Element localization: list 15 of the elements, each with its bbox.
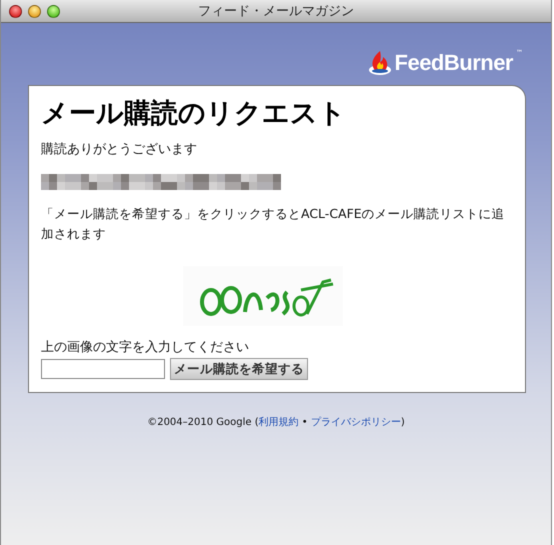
thanks-text: 購読ありがとうございます: [41, 141, 198, 158]
instruction-text: 「メール購読を希望する」をクリックするとACL-CAFEのメール購読リストに追加されます: [41, 205, 506, 243]
flame-icon: [368, 50, 392, 76]
minimize-button[interactable]: [28, 4, 41, 18]
window-title: フィード・メールマガジン: [198, 4, 354, 19]
terms-link[interactable]: 利用規約: [258, 417, 299, 428]
subscribe-button[interactable]: メール購読を希望する: [170, 358, 308, 380]
captcha-input-field[interactable]: [41, 359, 165, 379]
footer-text: ©2004–2010 Google (利用規約 • プライバシポリシー): [146, 416, 406, 429]
logo-text: FeedBurner: [394, 50, 513, 76]
page-heading: メール購読のリクエスト: [41, 97, 347, 131]
prompt-text: 上の画像の文字を入力してください: [41, 339, 250, 356]
zoom-button[interactable]: [47, 4, 60, 18]
close-button[interactable]: [9, 4, 22, 18]
privacy-link[interactable]: プライバシポリシー: [310, 417, 401, 428]
